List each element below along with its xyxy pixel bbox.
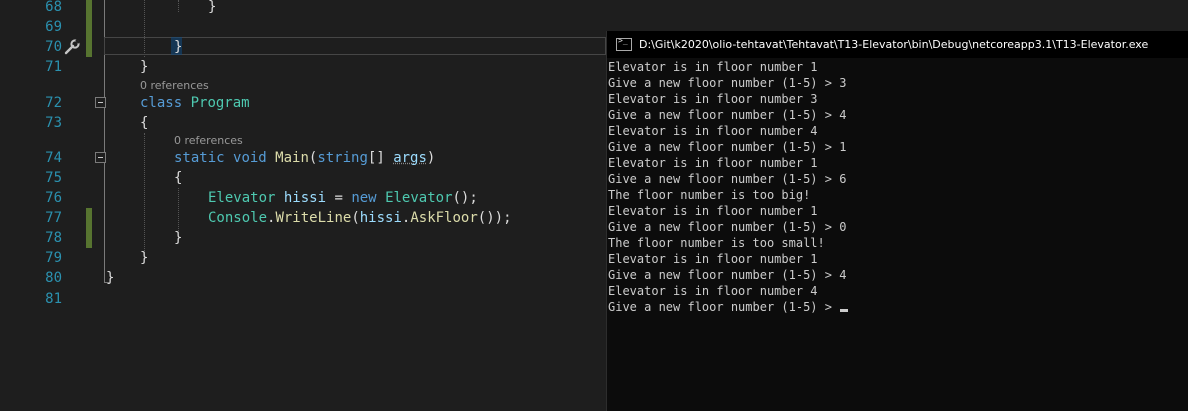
codelens-references[interactable]: 0 references [174,134,243,147]
type-name: Console [208,210,268,226]
console-line: Give a new floor number (1-5) > 4 [608,268,847,282]
console-output[interactable]: Elevator is in floor number 1 Give a new… [608,59,1188,315]
line-number: 70 [45,39,62,55]
indent-guide [144,133,145,253]
variable-name: hissi [359,210,402,226]
line-number: 78 [45,230,62,246]
code-line-74: static void Main(string[] args) [174,148,435,168]
console-title: D:\Git\k2020\olio-tehtavat\Tehtavat\T13-… [639,38,1149,51]
code-line-79: } [140,250,149,266]
changed-lines-marker [86,0,92,57]
codelens-references[interactable]: 0 references [140,79,209,92]
console-input-line[interactable]: Give a new floor number (1-5) > [608,299,1188,315]
code-line-72: class Program [140,93,250,113]
class-name: Program [190,95,250,111]
code-line-73: { [140,115,149,131]
keyword: new [351,190,377,206]
changed-lines-marker [86,208,92,248]
method-name: WriteLine [275,210,352,226]
console-line: Elevator is in floor number 4 [608,284,818,298]
code-line-70: } [174,39,183,55]
console-window-icon [616,36,632,51]
console-line: Give a new floor number (1-5) > 3 [608,76,847,90]
line-number: 68 [45,0,62,15]
collapse-method-toggle[interactable] [95,152,106,163]
type-name: Elevator [385,190,453,206]
keyword: static [174,150,225,166]
line-number: 81 [45,291,62,307]
console-prompt: Give a new floor number (1-5) > [608,300,840,314]
line-number: 69 [45,19,62,35]
line-number: 76 [45,190,62,206]
console-window[interactable]: D:\Git\k2020\olio-tehtavat\Tehtavat\T13-… [606,31,1188,411]
code-line-68: } [208,0,217,15]
console-cursor [840,309,849,312]
console-line: Elevator is in floor number 1 [608,204,818,218]
console-line: Give a new floor number (1-5) > 0 [608,220,847,234]
code-line-75: { [174,170,183,186]
line-number: 79 [45,250,62,266]
line-number: 73 [45,115,62,131]
line-number: 74 [45,150,62,166]
indent-guide [178,0,179,12]
console-line: Give a new floor number (1-5) > 1 [608,140,847,154]
indent-guide [178,188,179,233]
parameter-name: args [393,150,427,166]
line-number: 80 [45,270,62,286]
console-title-bar[interactable]: D:\Git\k2020\olio-tehtavat\Tehtavat\T13-… [607,31,1188,58]
code-line-80: } [106,270,115,286]
console-line: Give a new floor number (1-5) > 4 [608,108,847,122]
code-line-78: } [174,230,183,246]
keyword: void [233,150,267,166]
console-line: Give a new floor number (1-5) > 6 [608,172,847,186]
console-line: The floor number is too big! [608,188,811,202]
console-line: The floor number is too small! [608,236,825,250]
code-line-71: } [140,59,149,75]
punctuation: [] [367,150,394,166]
quick-actions-wrench-icon[interactable] [63,38,81,56]
code-line-76: Elevator hissi = new Elevator(); [208,190,478,206]
method-name: AskFloor [410,210,478,226]
type-name: Elevator [208,190,276,206]
line-number: 71 [45,59,62,75]
console-line: Elevator is in floor number 4 [608,124,818,138]
punctuation: ) [426,150,436,166]
console-line: Elevator is in floor number 1 [608,252,818,266]
console-line: Elevator is in floor number 1 [608,156,818,170]
line-number: 75 [45,170,62,186]
code-line-77: Console.WriteLine(hissi.AskFloor()); [208,210,512,226]
keyword: string [317,150,368,166]
line-number: 77 [45,210,62,226]
collapse-class-toggle[interactable] [95,97,106,108]
line-number: 72 [45,95,62,111]
console-line: Elevator is in floor number 1 [608,60,818,74]
keyword: class [140,95,183,111]
variable-name: hissi [283,190,327,206]
console-line: Elevator is in floor number 3 [608,92,818,106]
method-name: Main [275,150,309,166]
